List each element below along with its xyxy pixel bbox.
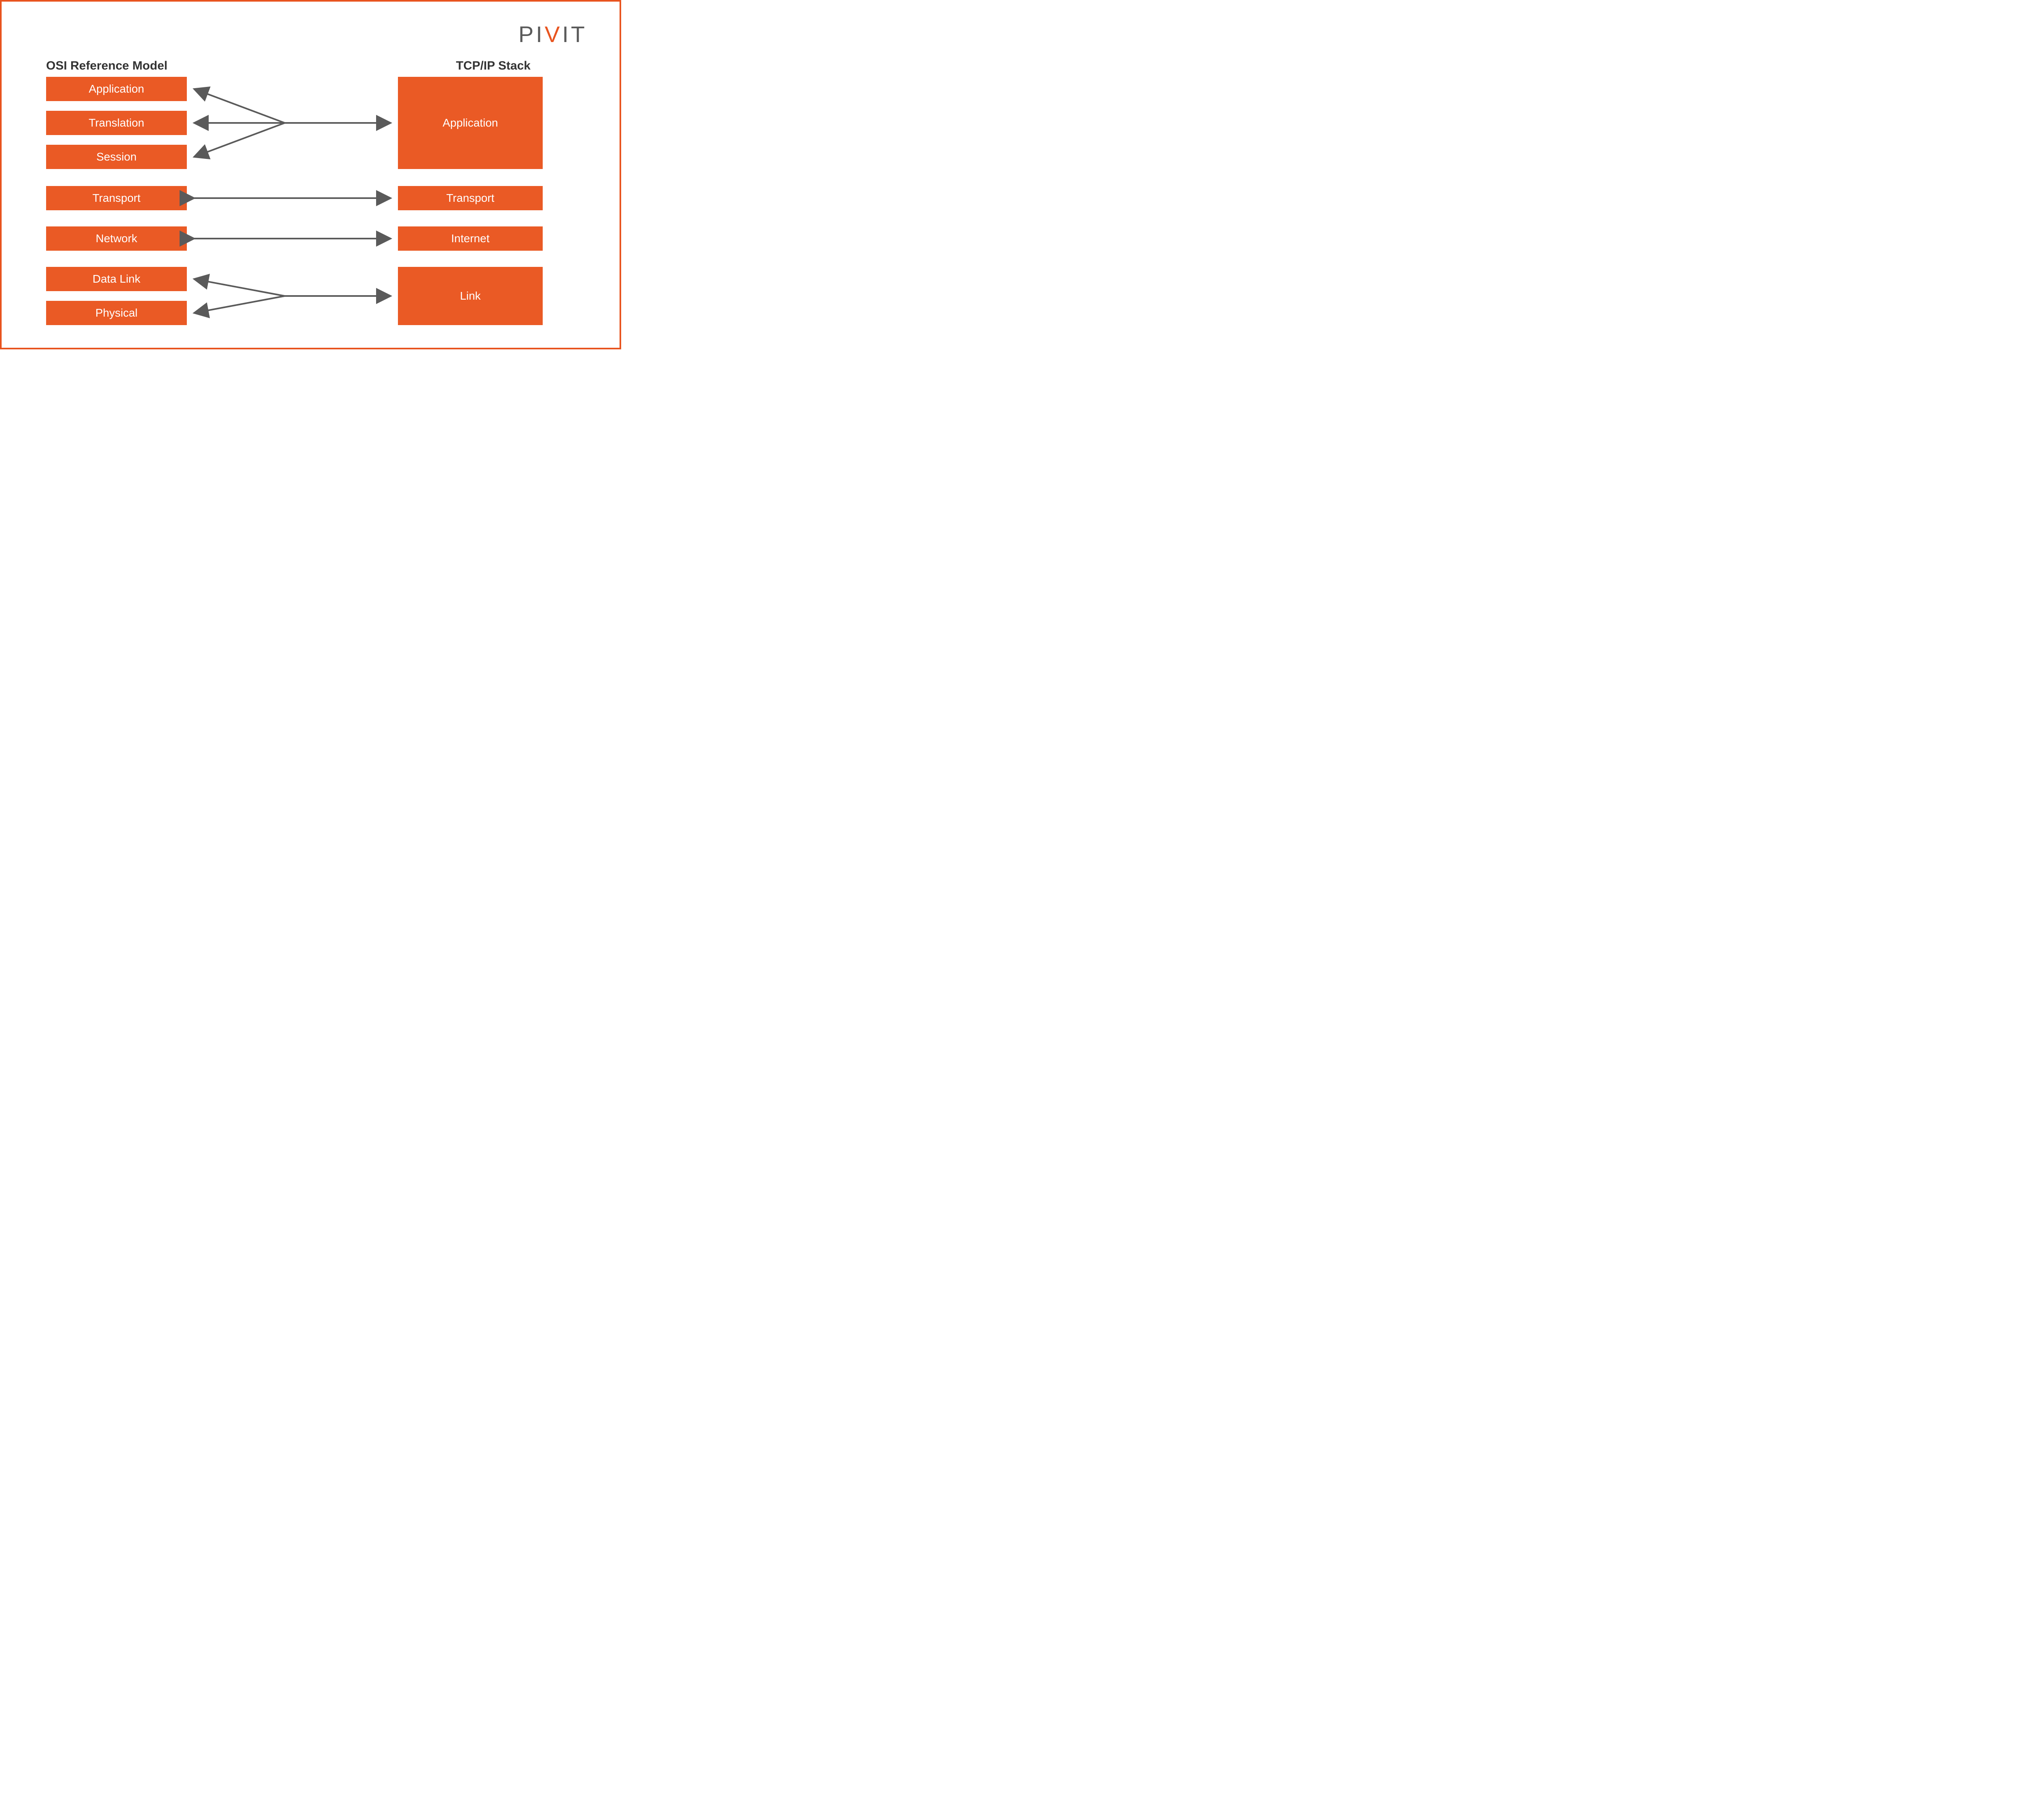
logo-text-v: V (545, 21, 562, 47)
tcp-heading: TCP/IP Stack (456, 59, 531, 73)
logo-text-pi: PI (518, 21, 545, 47)
arrow-link-to-datalink (194, 279, 285, 296)
osi-layer-session: Session (46, 145, 187, 169)
arrow-app-to-application (194, 89, 285, 123)
pivit-logo: PIVIT (518, 21, 587, 47)
diagram-frame: PIVIT OSI Reference Model TCP/IP Stack A… (0, 0, 621, 349)
arrow-app-to-session (194, 123, 285, 157)
tcp-layer-transport: Transport (398, 186, 543, 210)
tcp-layer-link: Link (398, 267, 543, 325)
arrow-link-to-physical (194, 296, 285, 313)
osi-layer-datalink: Data Link (46, 267, 187, 291)
tcp-layer-internet: Internet (398, 226, 543, 251)
osi-layer-physical: Physical (46, 301, 187, 325)
tcp-layer-application: Application (398, 77, 543, 169)
osi-layer-translation: Translation (46, 111, 187, 135)
osi-layer-transport: Transport (46, 186, 187, 210)
osi-layer-network: Network (46, 226, 187, 251)
logo-text-it: IT (562, 21, 587, 47)
osi-heading: OSI Reference Model (46, 59, 167, 73)
osi-layer-application: Application (46, 77, 187, 101)
